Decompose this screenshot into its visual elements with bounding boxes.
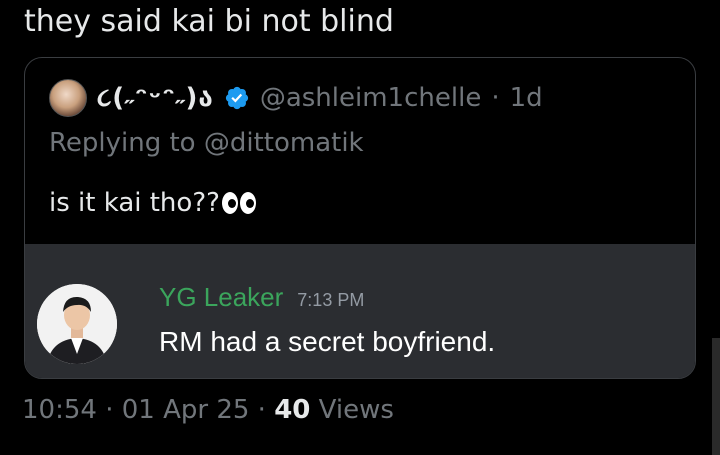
eye-right [239, 192, 256, 214]
tweet-meta: 10:54 · 01 Apr 25 · 40 Views [22, 395, 394, 425]
eyes-emoji-icon [221, 192, 256, 214]
person-avatar-icon [37, 284, 117, 364]
views-label[interactable]: Views [310, 395, 394, 425]
discord-avatar [37, 284, 117, 364]
verified-badge-icon [225, 86, 248, 110]
quote-body-text: is it kai tho?? [49, 188, 220, 218]
discord-timestamp: 7:13 PM [297, 290, 365, 310]
scrollbar[interactable] [712, 338, 720, 455]
discord-username[interactable]: YG Leaker [159, 282, 283, 313]
quote-header: ૮(˶ᵔᵕᵔ˶)ა @ashleim1chelle · 1d [49, 76, 543, 120]
quoted-tweet-card[interactable]: ૮(˶ᵔᵕᵔ˶)ა @ashleim1chelle · 1d Replying … [24, 57, 696, 379]
discord-name-row: YG Leaker 7:13 PM [159, 282, 364, 313]
tweet-text: they said kai bi not blind [24, 4, 394, 39]
replying-to: Replying to @dittomatik [49, 128, 364, 158]
separator-dot: · [96, 395, 122, 425]
discord-message: RM had a secret boyfriend. [159, 326, 496, 357]
tweet-age[interactable]: 1d [510, 83, 543, 113]
replying-prefix: Replying to [49, 128, 204, 158]
eye-left [221, 192, 238, 214]
tweet-date[interactable]: 01 Apr 25 [122, 395, 250, 425]
discord-screenshot[interactable]: YG Leaker 7:13 PM RM had a secret boyfri… [25, 244, 695, 378]
avatar[interactable] [49, 79, 87, 117]
display-name[interactable]: ૮(˶ᵔᵕᵔ˶)ა [97, 82, 214, 114]
separator-dot: · [491, 83, 500, 113]
views-count[interactable]: 40 [274, 395, 310, 425]
tweet-time[interactable]: 10:54 [22, 395, 97, 425]
quote-body: is it kai tho?? [49, 188, 256, 218]
handle[interactable]: @ashleim1chelle [260, 83, 481, 113]
replying-mention[interactable]: @dittomatik [204, 128, 364, 158]
separator-dot: · [249, 395, 275, 425]
